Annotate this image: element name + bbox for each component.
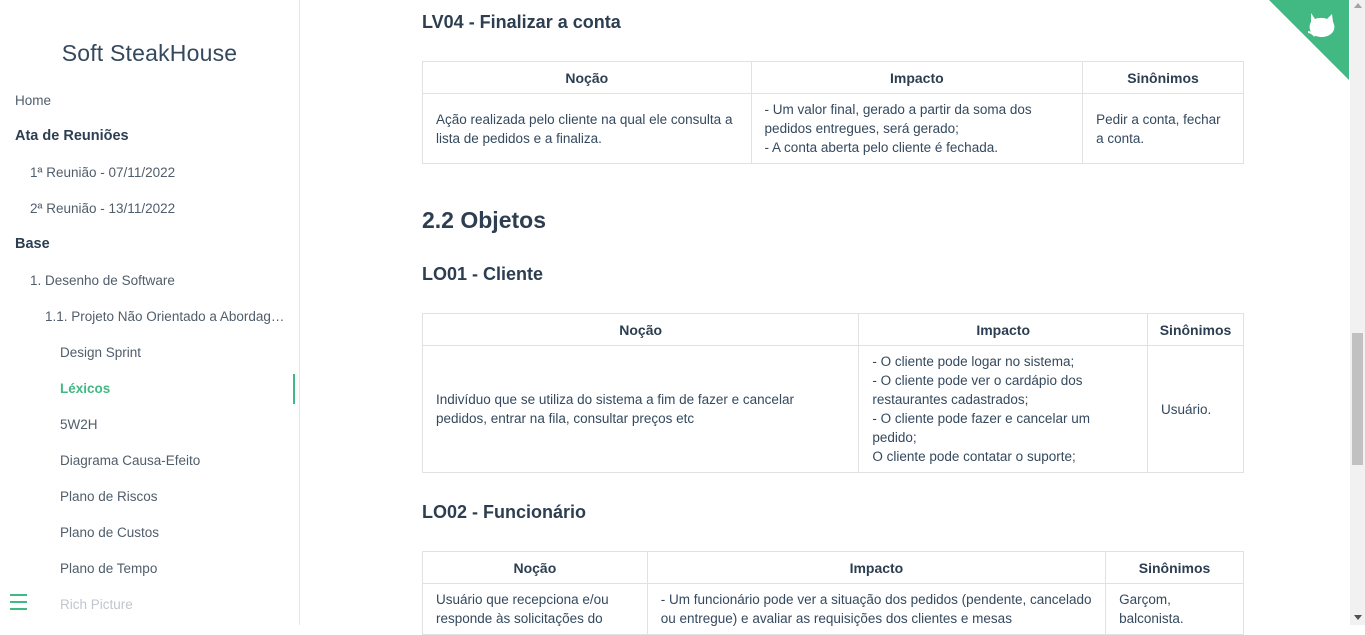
impacto-line: - O cliente pode ver o cardápio dos rest… — [872, 373, 1083, 407]
heading-lo02: LO02 - Funcionário — [422, 502, 587, 522]
sidebar-item-reuniao-1[interactable]: 1ª Reunião - 07/11/2022 — [30, 165, 175, 180]
scroll-thumb[interactable] — [1352, 333, 1363, 465]
cell-nocao: Indivíduo que se utiliza do sistema a fi… — [421, 345, 860, 473]
sidebar-item-design-sprint[interactable]: Design Sprint — [60, 345, 141, 360]
col-header-impacto: Impacto — [646, 551, 1107, 584]
impacto-line: - O cliente pode logar no sistema; — [872, 354, 1075, 369]
main-content: LV04 - Finalizar a conta Noção Impacto S… — [300, 0, 1350, 635]
sidebar-item-plano-tempo[interactable]: Plano de Tempo — [60, 561, 157, 576]
table-lo01: Noção Impacto Sinônimos Indivíduo que se… — [421, 313, 1244, 473]
cell-nocao: Ação realizada pelo cliente na qual ele … — [422, 93, 752, 164]
col-header-sinonimos: Sinônimos — [1147, 313, 1244, 346]
table-row: Ação realizada pelo cliente na qual ele … — [422, 93, 1244, 164]
sidebar-item-desenho-software[interactable]: 1. Desenho de Software — [30, 273, 175, 288]
sidebar-item-plano-riscos[interactable]: Plano de Riscos — [60, 489, 158, 504]
scroll-down-arrow-icon[interactable] — [1354, 615, 1362, 620]
impacto-line: O cliente pode contatar o suporte; — [872, 449, 1076, 464]
sidebar-item-reuniao-2[interactable]: 2ª Reunião - 13/11/2022 — [30, 201, 175, 216]
hamburger-icon[interactable] — [10, 594, 27, 610]
active-item-indicator — [293, 374, 295, 404]
heading-lv04: LV04 - Finalizar a conta — [422, 12, 621, 32]
vertical-scrollbar[interactable] — [1350, 0, 1365, 625]
sidebar-section-base[interactable]: Base — [15, 236, 50, 252]
cell-sinonimos: Garçom, balconista. — [1105, 583, 1244, 635]
table-row: Indivíduo que se utiliza do sistema a fi… — [421, 345, 1244, 473]
sidebar-section-ata[interactable]: Ata de Reuniões — [15, 128, 129, 144]
heading-objetos: 2.2 Objetos — [422, 207, 546, 233]
col-header-sinonimos: Sinônimos — [1082, 61, 1244, 94]
cell-impacto: - Um valor final, gerado a partir da som… — [750, 93, 1084, 164]
sidebar-item-diagrama-causa-efeito[interactable]: Diagrama Causa-Efeito — [60, 453, 200, 468]
col-header-nocao: Noção — [422, 551, 648, 584]
cell-nocao: Usuário que recepciona e/ou responde às … — [422, 583, 648, 635]
col-header-impacto: Impacto — [750, 61, 1084, 94]
sidebar-item-projeto-nao-orientado[interactable]: 1.1. Projeto Não Orientado a Abordagen..… — [45, 309, 290, 324]
col-header-impacto: Impacto — [858, 313, 1148, 346]
cell-impacto: - O cliente pode logar no sistema; - O c… — [858, 345, 1148, 473]
sidebar-item-home[interactable]: Home — [15, 93, 51, 108]
col-header-nocao: Noção — [422, 61, 752, 94]
table-lo02: Noção Impacto Sinônimos Usuário que rece… — [422, 551, 1244, 635]
app-name[interactable]: Soft SteakHouse — [0, 40, 299, 67]
table-lv04: Noção Impacto Sinônimos Ação realizada p… — [422, 61, 1244, 164]
impacto-line: - A conta aberta pelo cliente é fechada. — [764, 140, 998, 155]
sidebar-item-lexicos[interactable]: Léxicos — [60, 381, 110, 396]
heading-lo01: LO01 - Cliente — [422, 264, 544, 284]
col-header-nocao: Noção — [421, 313, 860, 346]
sidebar-item-5w2h[interactable]: 5W2H — [60, 417, 98, 432]
sidebar-item-plano-custos[interactable]: Plano de Custos — [60, 525, 159, 540]
impacto-line: - O cliente pode fazer e cancelar um ped… — [872, 411, 1090, 445]
cell-impacto: - Um funcionário pode ver a situação dos… — [646, 583, 1107, 635]
sidebar-item-rich-picture[interactable]: Rich Picture — [60, 597, 133, 612]
impacto-line: - Um valor final, gerado a partir da som… — [764, 102, 1032, 136]
table-row: Usuário que recepciona e/ou responde às … — [422, 583, 1244, 635]
cell-sinonimos: Usuário. — [1147, 345, 1244, 473]
scroll-up-arrow-icon[interactable] — [1354, 3, 1362, 8]
github-octocat-icon[interactable] — [1305, 10, 1339, 40]
cell-sinonimos: Pedir a conta, fechar a conta. — [1082, 93, 1244, 164]
sidebar: Soft SteakHouse Home Ata de Reuniões 1ª … — [0, 0, 300, 625]
col-header-sinonimos: Sinônimos — [1105, 551, 1244, 584]
